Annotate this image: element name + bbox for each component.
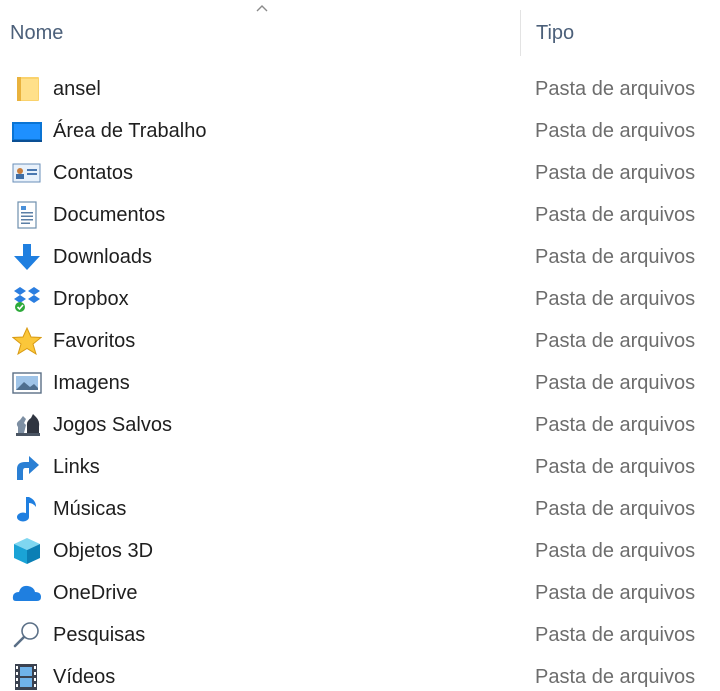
file-type: Pasta de arquivos [535,540,696,562]
file-type: Pasta de arquivos [535,246,696,268]
file-type: Pasta de arquivos [535,666,696,688]
dropbox-icon [12,285,42,313]
column-header-name[interactable]: Nome [10,16,510,50]
file-name: Downloads [53,246,152,268]
file-name: ansel [53,78,101,100]
cloud-icon [12,579,42,607]
file-name: Objetos 3D [53,540,154,562]
file-type: Pasta de arquivos [535,288,696,310]
music-note-icon [12,495,42,523]
file-row-downloads[interactable]: Downloads Pasta de arquivos [0,236,720,278]
file-row-musicas[interactable]: Músicas Pasta de arquivos [0,488,720,530]
file-name: Imagens [53,372,130,394]
image-icon [12,369,42,397]
column-divider[interactable] [520,10,521,56]
file-row-dropbox[interactable]: Dropbox Pasta de arquivos [0,278,720,320]
file-name: Vídeos [53,666,116,688]
file-type: Pasta de arquivos [535,162,696,184]
column-header-bar: Nome Tipo [0,0,720,58]
file-row-contatos[interactable]: Contatos Pasta de arquivos [0,152,720,194]
file-row-pesquisas[interactable]: Pesquisas Pasta de arquivos [0,614,720,656]
file-name: Jogos Salvos [53,414,172,436]
file-row-videos[interactable]: Vídeos Pasta de arquivos [0,656,720,691]
file-name: Contatos [53,162,134,184]
file-list-view: Nome Tipo ansel Pasta de arquivos Área d… [0,0,720,691]
file-name: Pesquisas [53,624,146,646]
file-name: Documentos [53,204,166,226]
film-icon [12,663,42,691]
file-type: Pasta de arquivos [535,624,696,646]
chevron-up-icon [255,0,269,12]
file-type: Pasta de arquivos [535,372,696,394]
file-type: Pasta de arquivos [535,456,696,478]
file-name: OneDrive [53,582,138,604]
file-type: Pasta de arquivos [535,582,696,604]
contacts-icon [12,159,42,187]
file-row-area-de-trabalho[interactable]: Área de Trabalho Pasta de arquivos [0,110,720,152]
file-type: Pasta de arquivos [535,330,696,352]
file-row-jogos-salvos[interactable]: Jogos Salvos Pasta de arquivos [0,404,720,446]
file-type: Pasta de arquivos [535,204,696,226]
file-rows: ansel Pasta de arquivos Área de Trabalho… [0,68,720,691]
column-header-type[interactable]: Tipo [536,16,720,50]
link-arrow-icon [12,453,42,481]
file-row-objetos-3d[interactable]: Objetos 3D Pasta de arquivos [0,530,720,572]
file-row-links[interactable]: Links Pasta de arquivos [0,446,720,488]
chess-piece-icon [12,411,42,439]
file-type: Pasta de arquivos [535,414,696,436]
file-row-ansel[interactable]: ansel Pasta de arquivos [0,68,720,110]
file-type: Pasta de arquivos [535,78,696,100]
desktop-icon [12,117,42,145]
document-icon [12,201,42,229]
file-type: Pasta de arquivos [535,498,696,520]
search-icon [12,621,42,649]
file-row-documentos[interactable]: Documentos Pasta de arquivos [0,194,720,236]
file-row-onedrive[interactable]: OneDrive Pasta de arquivos [0,572,720,614]
star-icon [12,327,42,355]
file-name: Área de Trabalho [53,120,207,142]
file-name: Links [53,456,100,478]
folder-icon [12,75,42,103]
file-name: Dropbox [53,288,129,310]
file-name: Músicas [53,498,127,520]
file-name: Favoritos [53,330,136,352]
download-arrow-icon [12,243,42,271]
cube-3d-icon [12,537,42,565]
file-row-favoritos[interactable]: Favoritos Pasta de arquivos [0,320,720,362]
file-type: Pasta de arquivos [535,120,696,142]
file-row-imagens[interactable]: Imagens Pasta de arquivos [0,362,720,404]
